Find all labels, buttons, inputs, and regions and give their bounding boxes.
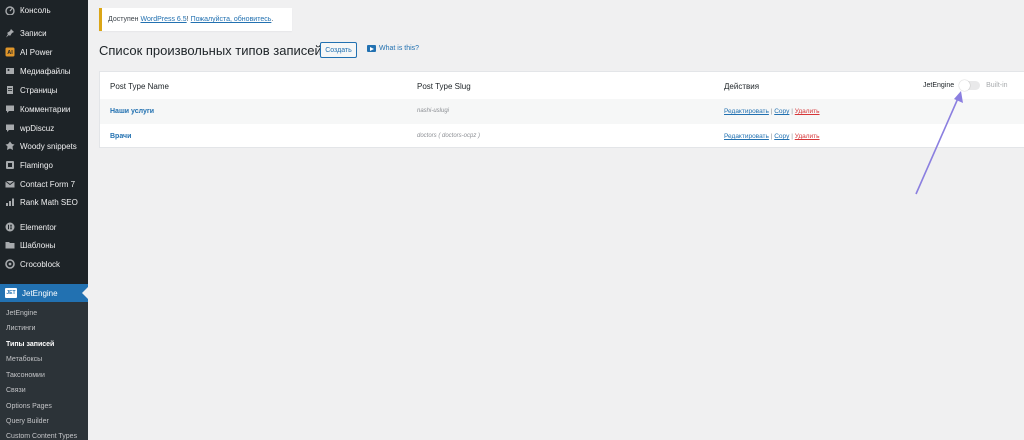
submenu-item-custom-content-types[interactable]: Custom Content Types (6, 433, 77, 440)
menu-label: Медиафайлы (20, 66, 71, 76)
page-icon (5, 85, 15, 95)
menu-label: Crocoblock (20, 259, 61, 269)
post-type-slug: nashi-uslugi (417, 108, 450, 114)
menu-label: Woody snippets (20, 141, 77, 151)
snippet-icon (5, 141, 15, 151)
submenu-item-options-pages[interactable]: Options Pages (6, 403, 52, 410)
chart-icon (5, 197, 15, 207)
copy-link[interactable]: Copy (774, 108, 789, 115)
menu-label: Flamingo (20, 160, 53, 170)
menu-item-ai-power[interactable]: AI AI Power (0, 43, 88, 61)
post-type-name-link[interactable]: Наши услуги (110, 108, 154, 115)
submenu-item-metaboxes[interactable]: Метабоксы (6, 356, 42, 363)
what-is-this-link[interactable]: What is this? (367, 45, 419, 52)
toggle-switch[interactable] (959, 80, 981, 91)
media-icon (5, 66, 15, 76)
annotation-arrow (915, 91, 963, 195)
ai-icon: AI (5, 47, 15, 57)
menu-label: Contact Form 7 (20, 179, 76, 189)
post-type-source-toggle[interactable]: JetEngine Built-in (923, 80, 1008, 91)
page-title: Список произвольных типов записей (99, 43, 322, 58)
menu-item-crocoblock[interactable]: Crocoblock (0, 255, 88, 273)
submenu-item-listings[interactable]: Листинги (6, 325, 35, 332)
table-header: Post Type Name Post Type Slug Действия J… (100, 72, 1024, 99)
row-actions: Редактировать | Copy | Удалить (724, 133, 820, 140)
row-actions: Редактировать | Copy | Удалить (724, 108, 820, 115)
menu-label: Консоль (20, 5, 51, 15)
menu-label: Записи (20, 28, 47, 38)
current-menu-arrow (82, 287, 88, 299)
menu-label: wpDiscuz (20, 123, 55, 133)
post-type-name-link[interactable]: Врачи (110, 133, 131, 140)
menu-label: JetEngine (22, 288, 58, 298)
menu-item-wpdiscuz[interactable]: wpDiscuz (0, 119, 88, 137)
copy-link[interactable]: Copy (774, 133, 789, 140)
post-type-slug: doctors ( doctors-ocpz ) (417, 133, 481, 139)
notice-text: Доступен (108, 16, 139, 23)
submenu-item-relations[interactable]: Связи (6, 387, 26, 394)
pin-icon (5, 28, 15, 38)
menu-label: Elementor (20, 222, 57, 232)
update-now-link[interactable]: Пожалуйста, обновитесь (191, 16, 272, 23)
column-header-slug: Post Type Slug (417, 82, 471, 91)
menu-item-woody-snippets[interactable]: Woody snippets (0, 137, 88, 155)
menu-item-posts[interactable]: Записи (0, 24, 88, 42)
menu-label: Шаблоны (20, 240, 56, 250)
edit-link[interactable]: Редактировать (724, 108, 769, 115)
menu-item-templates[interactable]: Шаблоны (0, 236, 88, 254)
submenu-item-taxonomies[interactable]: Таксономии (6, 372, 45, 379)
dashboard-icon (5, 5, 15, 15)
delete-link[interactable]: Удалить (795, 108, 820, 115)
menu-label: AI Power (20, 47, 53, 57)
update-notice: Доступен WordPress 6.5! Пожалуйста, обно… (99, 8, 292, 31)
table-row: Наши услуги nashi-uslugi Редактировать |… (100, 99, 1024, 124)
menu-separator (0, 22, 88, 23)
comment-icon (5, 104, 15, 114)
table-row: Врачи doctors ( doctors-ocpz ) Редактиро… (100, 124, 1024, 149)
mail-icon (5, 179, 15, 189)
menu-item-elementor[interactable]: Elementor (0, 218, 88, 236)
jetengine-submenu: JetEngine Листинги Типы записей Метабокс… (0, 302, 88, 440)
edit-link[interactable]: Редактировать (724, 133, 769, 140)
add-new-button[interactable]: Создать (320, 42, 357, 58)
notice-suffix: . (271, 16, 274, 23)
menu-item-jetengine[interactable]: JET JetEngine (0, 284, 88, 302)
submenu-item-query-builder[interactable]: Query Builder (6, 418, 49, 425)
column-header-actions: Действия (724, 82, 760, 91)
menu-item-rank-math[interactable]: Rank Math SEO (0, 193, 88, 211)
delete-link[interactable]: Удалить (795, 133, 820, 140)
svg-text:AI: AI (7, 50, 13, 56)
folder-icon (5, 240, 15, 250)
comment-icon (5, 123, 15, 133)
menu-label: Страницы (20, 85, 58, 95)
wordpress-version-link[interactable]: WordPress 6.5 (141, 16, 187, 23)
video-play-icon (367, 45, 376, 52)
toggle-label-builtin: Built-in (986, 82, 1008, 89)
admin-sidebar: Консоль Записи AI AI Power Медиафайлы Ст… (0, 0, 88, 440)
menu-item-flamingo[interactable]: Flamingo (0, 156, 88, 174)
menu-item-comments[interactable]: Комментарии (0, 100, 88, 118)
toggle-knob (959, 80, 971, 91)
submenu-item-jetengine[interactable]: JetEngine (6, 310, 37, 317)
menu-item-pages[interactable]: Страницы (0, 81, 88, 99)
toggle-label-jetengine: JetEngine (923, 82, 955, 89)
menu-item-dashboard[interactable]: Консоль (0, 1, 88, 19)
notice-separator: ! (186, 16, 189, 23)
menu-item-media[interactable]: Медиафайлы (0, 62, 88, 80)
menu-label: Rank Math SEO (20, 197, 78, 207)
menu-label: Комментарии (20, 104, 71, 114)
elementor-icon (5, 222, 15, 232)
column-header-name: Post Type Name (110, 82, 169, 91)
jetengine-icon: JET (5, 288, 17, 298)
submenu-item-post-types[interactable]: Типы записей (6, 341, 54, 348)
post-types-table: Post Type Name Post Type Slug Действия J… (99, 71, 1024, 148)
menu-item-contact-form[interactable]: Contact Form 7 (0, 175, 88, 193)
what-is-this-label: What is this? (379, 45, 420, 52)
flamingo-icon (5, 160, 15, 170)
crocoblock-icon (5, 259, 15, 269)
